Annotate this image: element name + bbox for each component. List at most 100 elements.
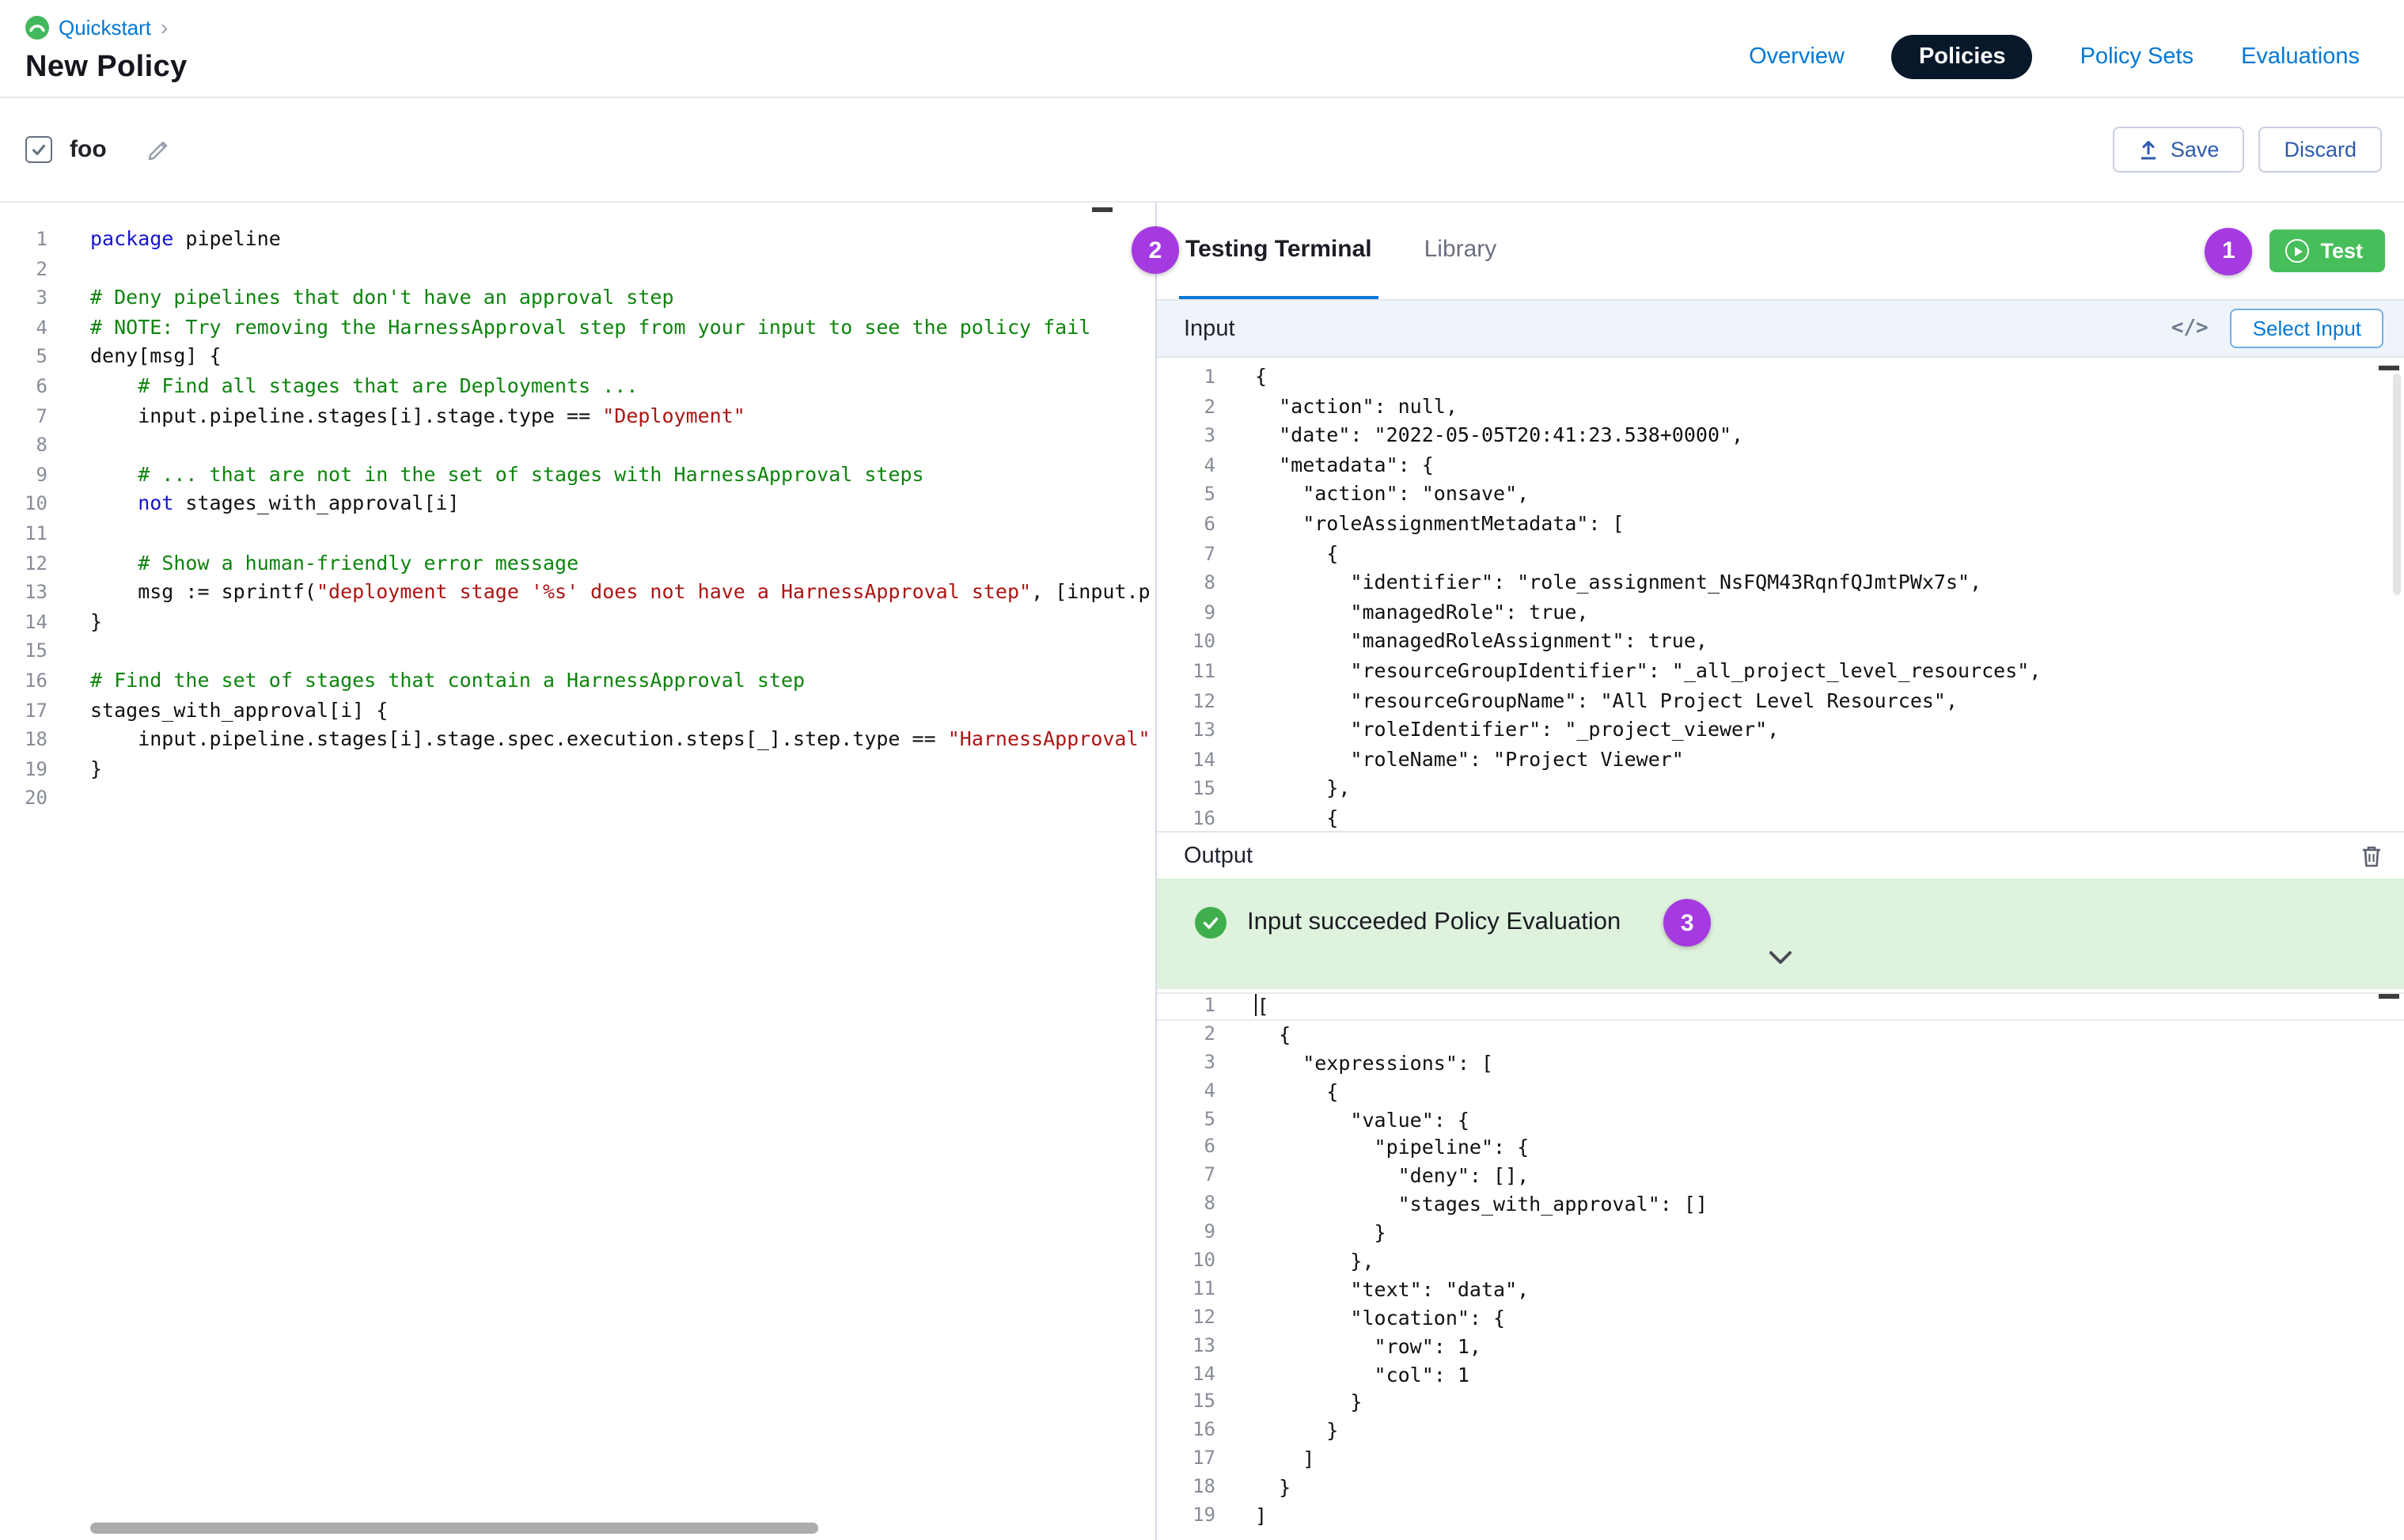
line-number: 10 [0, 490, 47, 519]
code-line: 10 "managedRoleAssignment": true, [1157, 628, 2404, 657]
input-json-editor[interactable]: 1{2 "action": null,3 "date": "2022-05-05… [1157, 358, 2404, 831]
code-line: 18 input.pipeline.stages[i].stage.spec.e… [0, 725, 1155, 754]
line-number: 8 [1157, 568, 1215, 597]
policy-identity: foo [25, 136, 172, 163]
tab-testing-terminal[interactable]: Testing Terminal [1179, 203, 1378, 299]
code-line: 10 }, [1157, 1247, 2404, 1276]
tabs-actions: 1 Test [2205, 203, 2388, 299]
line-number: 8 [0, 431, 47, 460]
page-title: New Policy [25, 51, 188, 85]
line-number: 9 [0, 461, 47, 490]
code-line: 12 # Show a human-friendly error message [0, 548, 1155, 578]
vertical-scrollbar[interactable] [2393, 374, 2401, 595]
line-number: 11 [0, 519, 47, 548]
code-line: 4 "metadata": { [1157, 451, 2404, 480]
success-check-icon [1195, 907, 1227, 939]
code-line: 19} [0, 754, 1155, 783]
code-line: 2 { [1157, 1021, 2404, 1049]
line-number: 17 [0, 696, 47, 725]
code-line: 3# Deny pipelines that don't have an app… [0, 283, 1155, 313]
line-number: 20 [0, 784, 47, 814]
output-json-editor[interactable]: 1[2 {3 "expressions": [4 {5 "value": {6 … [1157, 989, 2404, 1540]
code-line: 14} [0, 607, 1155, 636]
text-cursor [1255, 994, 1257, 1016]
line-number: 18 [1157, 1474, 1215, 1502]
discard-label: Discard [2284, 138, 2357, 161]
evaluation-status-banner: Input succeeded Policy Evaluation 3 [1157, 878, 2404, 989]
line-number: 8 [1157, 1190, 1215, 1219]
code-line: 3 "expressions": [ [1157, 1049, 2404, 1078]
code-line: 15 [0, 637, 1155, 666]
code-line: 13 "roleIdentifier": "_project_viewer", [1157, 715, 2404, 745]
code-view-icon[interactable]: </> [2171, 317, 2209, 340]
breadcrumb-project-link[interactable]: Quickstart [59, 15, 151, 39]
line-number: 6 [1157, 1134, 1215, 1163]
code-line: 5 "value": { [1157, 1106, 2404, 1134]
code-line: 20 [0, 784, 1155, 814]
code-line: 17stages_with_approval[i] { [0, 696, 1155, 725]
line-number: 3 [1157, 421, 1215, 450]
code-line: 17 ] [1157, 1446, 2404, 1474]
code-line: 6 "pipeline": { [1157, 1134, 2404, 1163]
code-line: 13 "row": 1, [1157, 1332, 2404, 1360]
nav-policies[interactable]: Policies [1892, 35, 2033, 79]
line-number: 11 [1157, 657, 1215, 686]
code-line: 2 "action": null, [1157, 392, 2404, 421]
status-text: Input succeeded Policy Evaluation [1247, 908, 1621, 937]
line-number: 3 [0, 283, 47, 313]
code-line: 18 } [1157, 1474, 2404, 1502]
line-number: 16 [0, 666, 47, 696]
discard-button[interactable]: Discard [2258, 127, 2382, 173]
code-line: 4 { [1157, 1077, 2404, 1106]
horizontal-scrollbar[interactable] [90, 1523, 818, 1534]
nav-evaluations[interactable]: Evaluations [2241, 44, 2360, 70]
line-number: 13 [1157, 715, 1215, 745]
chevron-down-icon[interactable] [1766, 948, 1795, 967]
line-number: 12 [0, 548, 47, 578]
annotation-badge-2: 2 [1132, 226, 1179, 274]
nav-overview[interactable]: Overview [1749, 44, 1845, 70]
annotation-badge-3: 3 [1663, 899, 1711, 946]
code-line: 7 { [1157, 539, 2404, 568]
line-number: 6 [1157, 510, 1215, 539]
select-input-button[interactable]: Select Input [2231, 309, 2383, 348]
save-label: Save [2171, 138, 2220, 161]
save-button[interactable]: Save [2114, 127, 2245, 173]
line-number: 14 [1157, 745, 1215, 774]
tab-library[interactable]: Library [1418, 203, 1503, 299]
overview-ruler-mark [1092, 207, 1113, 212]
code-line: 1[ [1157, 992, 2404, 1021]
line-number: 9 [1157, 598, 1215, 628]
annotation-badge-1: 1 [2205, 227, 2252, 275]
edit-name-icon[interactable] [146, 137, 172, 162]
code-line: 19] [1157, 1502, 2404, 1531]
code-line: 7 "deny": [], [1157, 1163, 2404, 1191]
code-line: 15 }, [1157, 775, 2404, 804]
testing-panel: Testing Terminal Library 2 1 Test Input … [1157, 203, 2404, 1540]
line-number: 2 [1157, 392, 1215, 421]
code-line: 13 msg := sprintf("deployment stage '%s'… [0, 578, 1155, 607]
policy-toolbar: foo Save Discard [0, 98, 2404, 203]
code-line: 6 # Find all stages that are Deployments… [0, 372, 1155, 401]
line-number: 13 [1157, 1332, 1215, 1360]
output-section-header: Output [1157, 831, 2404, 878]
code-line: 16# Find the set of stages that contain … [0, 666, 1155, 696]
code-line: 14 "roleName": "Project Viewer" [1157, 745, 2404, 774]
line-number: 18 [0, 725, 47, 754]
main-area: 1package pipeline23# Deny pipelines that… [0, 203, 2404, 1540]
nav-policy-sets[interactable]: Policy Sets [2080, 44, 2194, 70]
code-line: 2 [0, 254, 1155, 283]
code-line: 8 "stages_with_approval": [] [1157, 1190, 2404, 1219]
line-number: 1 [0, 225, 47, 254]
line-number: 2 [0, 254, 47, 283]
code-line: 10 not stages_with_approval[i] [0, 490, 1155, 519]
line-number: 7 [0, 401, 47, 431]
line-number: 4 [1157, 1077, 1215, 1106]
status-row: Input succeeded Policy Evaluation 3 [1157, 878, 2404, 946]
clear-output-trash-icon[interactable] [2360, 843, 2383, 868]
line-number: 16 [1157, 1417, 1215, 1446]
policy-code-editor[interactable]: 1package pipeline23# Deny pipelines that… [0, 203, 1157, 1540]
code-line: 16 { [1157, 804, 2404, 831]
test-button[interactable]: Test [2269, 229, 2385, 272]
save-upload-icon [2139, 139, 2159, 160]
